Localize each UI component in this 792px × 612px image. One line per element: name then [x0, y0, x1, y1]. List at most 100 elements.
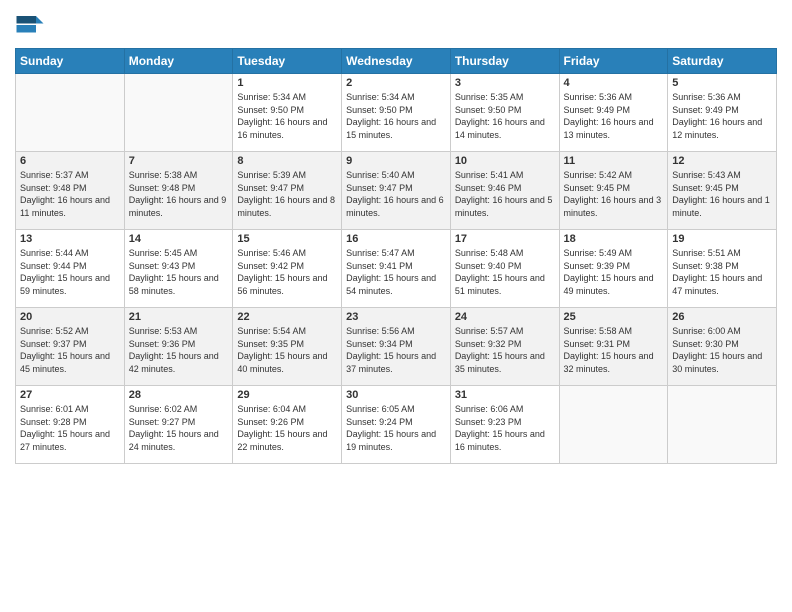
calendar-cell: 18 Sunrise: 5:49 AMSunset: 9:39 PMDayligh…: [559, 230, 668, 308]
day-info: Sunrise: 5:57 AMSunset: 9:32 PMDaylight:…: [455, 325, 555, 375]
weekday-header-tuesday: Tuesday: [233, 49, 342, 74]
page: SundayMondayTuesdayWednesdayThursdayFrid…: [0, 0, 792, 612]
day-number: 12: [672, 155, 772, 167]
day-info: Sunrise: 5:46 AMSunset: 9:42 PMDaylight:…: [237, 247, 337, 297]
calendar-cell: 26 Sunrise: 6:00 AMSunset: 9:30 PMDayligh…: [668, 308, 777, 386]
day-info: Sunrise: 5:39 AMSunset: 9:47 PMDaylight:…: [237, 169, 337, 219]
week-row-5: 27 Sunrise: 6:01 AMSunset: 9:28 PMDayligh…: [16, 386, 777, 464]
day-info: Sunrise: 6:06 AMSunset: 9:23 PMDaylight:…: [455, 403, 555, 453]
calendar-cell: 5 Sunrise: 5:36 AMSunset: 9:49 PMDaylight…: [668, 74, 777, 152]
weekday-header-saturday: Saturday: [668, 49, 777, 74]
day-number: 18: [564, 233, 664, 245]
day-info: Sunrise: 5:42 AMSunset: 9:45 PMDaylight:…: [564, 169, 664, 219]
weekday-header-wednesday: Wednesday: [342, 49, 451, 74]
day-number: 30: [346, 389, 446, 401]
day-number: 5: [672, 77, 772, 89]
day-info: Sunrise: 5:34 AMSunset: 9:50 PMDaylight:…: [237, 91, 337, 141]
day-number: 1: [237, 77, 337, 89]
day-number: 27: [20, 389, 120, 401]
day-info: Sunrise: 5:45 AMSunset: 9:43 PMDaylight:…: [129, 247, 229, 297]
calendar-cell: 15Sunrise: 5:46 AMSunset: 9:42 PMDayligh…: [233, 230, 342, 308]
week-row-1: 1 Sunrise: 5:34 AMSunset: 9:50 PMDaylight…: [16, 74, 777, 152]
day-number: 17: [455, 233, 555, 245]
calendar-cell: 23Sunrise: 5:56 AMSunset: 9:34 PMDayligh…: [342, 308, 451, 386]
day-number: 28: [129, 389, 229, 401]
calendar-cell: 31 Sunrise: 6:06 AMSunset: 9:23 PMDayligh…: [450, 386, 559, 464]
calendar-cell: 4 Sunrise: 5:36 AMSunset: 9:49 PMDaylight…: [559, 74, 668, 152]
calendar-cell: 16 Sunrise: 5:47 AMSunset: 9:41 PMDayligh…: [342, 230, 451, 308]
calendar-cell: [16, 74, 125, 152]
day-number: 22: [237, 311, 337, 323]
week-row-4: 20 Sunrise: 5:52 AMSunset: 9:37 PMDayligh…: [16, 308, 777, 386]
calendar-cell: 14Sunrise: 5:45 AMSunset: 9:43 PMDayligh…: [124, 230, 233, 308]
day-number: 7: [129, 155, 229, 167]
day-number: 6: [20, 155, 120, 167]
day-info: Sunrise: 5:53 AMSunset: 9:36 PMDaylight:…: [129, 325, 229, 375]
day-number: 23: [346, 311, 446, 323]
day-number: 26: [672, 311, 772, 323]
logo: [15, 10, 49, 40]
calendar-cell: 6Sunrise: 5:37 AMSunset: 9:48 PMDaylight…: [16, 152, 125, 230]
day-info: Sunrise: 5:49 AMSunset: 9:39 PMDaylight:…: [564, 247, 664, 297]
calendar-cell: [668, 386, 777, 464]
calendar-cell: 17Sunrise: 5:48 AMSunset: 9:40 PMDayligh…: [450, 230, 559, 308]
header: [15, 10, 777, 40]
day-number: 2: [346, 77, 446, 89]
calendar-cell: 9 Sunrise: 5:40 AMSunset: 9:47 PMDaylight…: [342, 152, 451, 230]
day-number: 21: [129, 311, 229, 323]
calendar-cell: 27 Sunrise: 6:01 AMSunset: 9:28 PMDayligh…: [16, 386, 125, 464]
day-number: 16: [346, 233, 446, 245]
calendar-cell: 24 Sunrise: 5:57 AMSunset: 9:32 PMDayligh…: [450, 308, 559, 386]
calendar-cell: 10 Sunrise: 5:41 AMSunset: 9:46 PMDayligh…: [450, 152, 559, 230]
day-info: Sunrise: 5:35 AMSunset: 9:50 PMDaylight:…: [455, 91, 555, 141]
calendar-cell: 7 Sunrise: 5:38 AMSunset: 9:48 PMDaylight…: [124, 152, 233, 230]
day-info: Sunrise: 5:51 AMSunset: 9:38 PMDaylight:…: [672, 247, 772, 297]
day-number: 4: [564, 77, 664, 89]
calendar-cell: 20 Sunrise: 5:52 AMSunset: 9:37 PMDayligh…: [16, 308, 125, 386]
week-row-3: 13 Sunrise: 5:44 AMSunset: 9:44 PMDayligh…: [16, 230, 777, 308]
calendar-cell: 12 Sunrise: 5:43 AMSunset: 9:45 PMDayligh…: [668, 152, 777, 230]
day-info: Sunrise: 5:52 AMSunset: 9:37 PMDaylight:…: [20, 325, 120, 375]
weekday-header-sunday: Sunday: [16, 49, 125, 74]
day-info: Sunrise: 5:44 AMSunset: 9:44 PMDaylight:…: [20, 247, 120, 297]
calendar-cell: 1 Sunrise: 5:34 AMSunset: 9:50 PMDaylight…: [233, 74, 342, 152]
week-row-2: 6Sunrise: 5:37 AMSunset: 9:48 PMDaylight…: [16, 152, 777, 230]
day-info: Sunrise: 5:36 AMSunset: 9:49 PMDaylight:…: [672, 91, 772, 141]
calendar-cell: 30 Sunrise: 6:05 AMSunset: 9:24 PMDayligh…: [342, 386, 451, 464]
day-info: Sunrise: 6:04 AMSunset: 9:26 PMDaylight:…: [237, 403, 337, 453]
day-info: Sunrise: 5:40 AMSunset: 9:47 PMDaylight:…: [346, 169, 446, 219]
day-info: Sunrise: 6:01 AMSunset: 9:28 PMDaylight:…: [20, 403, 120, 453]
weekday-header-monday: Monday: [124, 49, 233, 74]
calendar-cell: [559, 386, 668, 464]
calendar-cell: 19Sunrise: 5:51 AMSunset: 9:38 PMDayligh…: [668, 230, 777, 308]
day-info: Sunrise: 5:43 AMSunset: 9:45 PMDaylight:…: [672, 169, 772, 219]
day-number: 29: [237, 389, 337, 401]
day-info: Sunrise: 5:38 AMSunset: 9:48 PMDaylight:…: [129, 169, 229, 219]
day-info: Sunrise: 5:47 AMSunset: 9:41 PMDaylight:…: [346, 247, 446, 297]
day-info: Sunrise: 6:02 AMSunset: 9:27 PMDaylight:…: [129, 403, 229, 453]
day-info: Sunrise: 5:54 AMSunset: 9:35 PMDaylight:…: [237, 325, 337, 375]
calendar-cell: 2 Sunrise: 5:34 AMSunset: 9:50 PMDaylight…: [342, 74, 451, 152]
day-number: 11: [564, 155, 664, 167]
calendar-cell: 3Sunrise: 5:35 AMSunset: 9:50 PMDaylight…: [450, 74, 559, 152]
calendar-cell: [124, 74, 233, 152]
calendar-cell: 8 Sunrise: 5:39 AMSunset: 9:47 PMDaylight…: [233, 152, 342, 230]
calendar-cell: 25Sunrise: 5:58 AMSunset: 9:31 PMDayligh…: [559, 308, 668, 386]
calendar-cell: 21 Sunrise: 5:53 AMSunset: 9:36 PMDayligh…: [124, 308, 233, 386]
day-info: Sunrise: 6:05 AMSunset: 9:24 PMDaylight:…: [346, 403, 446, 453]
day-number: 24: [455, 311, 555, 323]
weekday-header-thursday: Thursday: [450, 49, 559, 74]
day-number: 31: [455, 389, 555, 401]
day-info: Sunrise: 5:36 AMSunset: 9:49 PMDaylight:…: [564, 91, 664, 141]
day-number: 25: [564, 311, 664, 323]
day-number: 9: [346, 155, 446, 167]
calendar-cell: 28 Sunrise: 6:02 AMSunset: 9:27 PMDayligh…: [124, 386, 233, 464]
day-info: Sunrise: 5:34 AMSunset: 9:50 PMDaylight:…: [346, 91, 446, 141]
day-info: Sunrise: 5:41 AMSunset: 9:46 PMDaylight:…: [455, 169, 555, 219]
day-number: 8: [237, 155, 337, 167]
day-number: 13: [20, 233, 120, 245]
logo-icon: [15, 10, 45, 40]
day-info: Sunrise: 6:00 AMSunset: 9:30 PMDaylight:…: [672, 325, 772, 375]
day-number: 20: [20, 311, 120, 323]
day-number: 10: [455, 155, 555, 167]
